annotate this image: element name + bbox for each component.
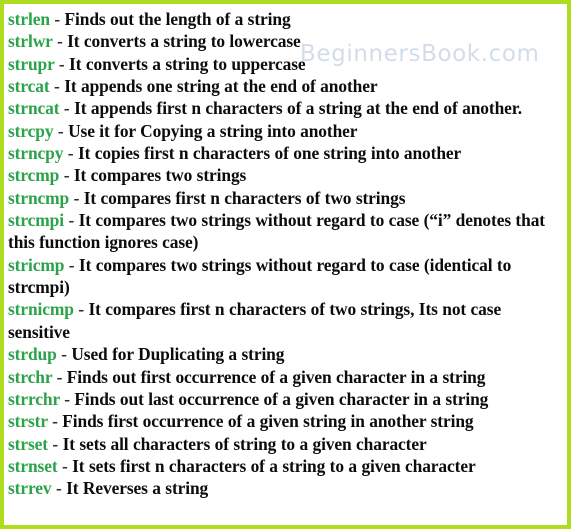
function-name: strrev <box>8 478 52 499</box>
function-name: strncpy <box>8 143 64 164</box>
function-entry: strrchr - Finds out last occurrence of a… <box>8 388 561 410</box>
function-name: strset <box>8 433 48 454</box>
entry-separator: - <box>61 344 67 365</box>
function-description: Finds out first occurrence of a given ch… <box>66 366 486 387</box>
entry-separator: - <box>55 478 62 499</box>
function-description: It appends one string at the end of anot… <box>64 76 378 97</box>
function-name: strcmpi <box>8 210 64 231</box>
function-name: strstr <box>8 411 48 432</box>
function-name: strchr <box>8 366 53 387</box>
function-entry: strrev - It Reverses a string <box>8 477 561 499</box>
function-entry: strcmp - It compares two strings <box>8 164 561 186</box>
function-entry: strncpy - It copies first n characters o… <box>8 142 561 164</box>
entry-separator: - <box>57 120 64 141</box>
function-description: It compares first n characters of two st… <box>83 187 406 208</box>
function-description: Used for Duplicating a string <box>71 344 285 365</box>
entry-separator: - <box>67 143 74 164</box>
entry-separator: - <box>52 433 59 454</box>
function-description: Finds first occurrence of a given string… <box>62 411 474 432</box>
entry-separator: - <box>73 187 80 208</box>
function-entry: strncat - It appends first n characters … <box>8 97 561 119</box>
function-description: It copies first n characters of one stri… <box>77 143 462 164</box>
function-entry: strcat - It appends one string at the en… <box>8 75 561 97</box>
entry-separator: - <box>63 98 70 119</box>
entry-separator: - <box>56 366 63 387</box>
function-name: strncat <box>8 98 60 119</box>
function-entry: strnset - It sets first n characters of … <box>8 455 561 477</box>
function-description: It sets all characters of string to a gi… <box>62 433 427 454</box>
function-entry: strdup - Used for Duplicating a string <box>8 343 561 365</box>
function-entry: strlen - Finds out the length of a strin… <box>8 8 561 30</box>
function-entry: strset - It sets all characters of strin… <box>8 433 561 455</box>
function-description: It compares two strings <box>73 165 247 186</box>
function-name: stricmp <box>8 254 65 275</box>
function-description: Finds out last occurrence of a given cha… <box>74 388 489 409</box>
function-name: strlwr <box>8 31 53 52</box>
function-description: It converts a string to uppercase <box>69 53 306 74</box>
function-name: strnicmp <box>8 299 74 320</box>
function-name: strlen <box>8 9 50 29</box>
function-description: It compares two strings without regard t… <box>8 210 545 253</box>
function-name: strnset <box>8 455 58 476</box>
entry-separator: - <box>54 76 60 97</box>
entry-separator: - <box>68 254 75 275</box>
function-name: strupr <box>8 53 55 74</box>
function-description: It converts a string to lowercase <box>67 31 301 52</box>
function-name: strncmp <box>8 187 70 208</box>
entry-separator: - <box>56 31 63 52</box>
function-entry: strcmpi - It compares two strings withou… <box>8 209 561 254</box>
string-functions-reference-card: BeginnersBook.com strlen - Finds out the… <box>0 0 571 529</box>
function-entry: strupr - It converts a string to upperca… <box>8 53 561 75</box>
function-description: It sets first n characters of a string t… <box>72 455 476 476</box>
entry-separator: - <box>58 53 65 74</box>
function-description: Finds out the length of a string <box>64 9 291 29</box>
function-entry: strncmp - It compares first n characters… <box>8 187 561 209</box>
function-description: It Reverses a string <box>66 478 209 499</box>
entry-separator: - <box>68 210 75 231</box>
function-entry: strnicmp - It compares first n character… <box>8 298 561 343</box>
entry-separator: - <box>52 411 58 432</box>
function-entry: strstr - Finds first occurrence of a giv… <box>8 410 561 432</box>
function-entry: stricmp - It compares two strings withou… <box>8 254 561 299</box>
function-description: It appends first n characters of a strin… <box>74 98 523 119</box>
function-name: strcpy <box>8 120 54 141</box>
function-list: strlen - Finds out the length of a strin… <box>4 4 567 500</box>
function-name: strdup <box>8 344 57 365</box>
function-description: It compares two strings without regard t… <box>8 254 512 298</box>
function-entry: strcpy - Use it for Copying a string int… <box>8 120 561 142</box>
entry-separator: - <box>54 9 61 29</box>
function-name: strcat <box>8 76 50 97</box>
function-name: strcmp <box>8 165 60 186</box>
function-description: Use it for Copying a string into another <box>68 120 358 141</box>
function-name: strrchr <box>8 388 60 409</box>
entry-separator: - <box>78 299 85 320</box>
function-entry: strlwr - It converts a string to lowerca… <box>8 30 561 52</box>
entry-separator: - <box>61 455 68 476</box>
entry-separator: - <box>64 388 70 409</box>
function-entry: strchr - Finds out first occurrence of a… <box>8 366 561 388</box>
entry-separator: - <box>63 165 70 186</box>
